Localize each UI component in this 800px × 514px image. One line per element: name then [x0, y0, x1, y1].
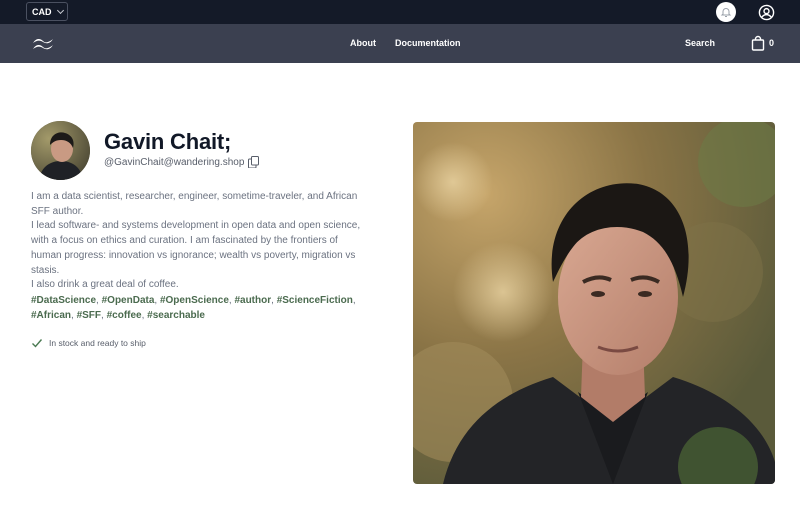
bell-icon [720, 8, 732, 17]
shopping-bag-icon[interactable] [751, 35, 765, 51]
notifications-button[interactable] [716, 2, 736, 22]
top-utility-bar: CAD [0, 0, 800, 24]
currency-selector[interactable]: CAD [26, 2, 68, 21]
main-navbar: About Documentation Search 0 [0, 24, 800, 63]
tag-link[interactable]: #SFF [77, 310, 101, 321]
chevron-down-icon [56, 6, 64, 14]
avatar [31, 121, 90, 180]
tag-link[interactable]: #ScienceFiction [277, 295, 353, 306]
copy-icon[interactable] [248, 156, 260, 168]
check-icon [32, 339, 43, 348]
bio-paragraph: I also drink a great deal of coffee. [31, 279, 179, 291]
tag-list: #DataScience, #OpenData, #OpenScience, #… [31, 295, 356, 321]
nav-link-about[interactable]: About [350, 38, 376, 48]
search-link[interactable]: Search [685, 38, 715, 48]
stock-status: In stock and ready to ship [31, 337, 146, 349]
bio-paragraph: I lead software- and systems development… [31, 220, 361, 276]
tag-link[interactable]: #searchable [147, 310, 205, 321]
tag-link[interactable]: #coffee [107, 310, 142, 321]
wave-logo-icon[interactable] [31, 36, 55, 52]
profile-photo [413, 122, 775, 484]
handle-row: @GavinChait@wandering.shop [104, 156, 260, 168]
tag-link[interactable]: #OpenData [102, 295, 155, 306]
profile-name: Gavin Chait; [104, 129, 232, 154]
cart-count: 0 [769, 38, 775, 48]
tag-link[interactable]: #DataScience [31, 295, 96, 306]
bio-paragraph: I am a data scientist, researcher, engin… [31, 191, 358, 217]
tag-link[interactable]: #author [234, 295, 271, 306]
currency-label: CAD [32, 6, 52, 17]
profile-bio: I am a data scientist, researcher, engin… [31, 190, 361, 293]
user-circle-icon [758, 4, 774, 20]
account-button[interactable] [757, 3, 775, 21]
nav-link-documentation[interactable]: Documentation [395, 38, 461, 48]
tag-link[interactable]: #African [31, 310, 71, 321]
tag-link[interactable]: #OpenScience [160, 295, 229, 306]
stock-text: In stock and ready to ship [49, 338, 146, 348]
profile-handle: @GavinChait@wandering.shop [104, 156, 245, 168]
